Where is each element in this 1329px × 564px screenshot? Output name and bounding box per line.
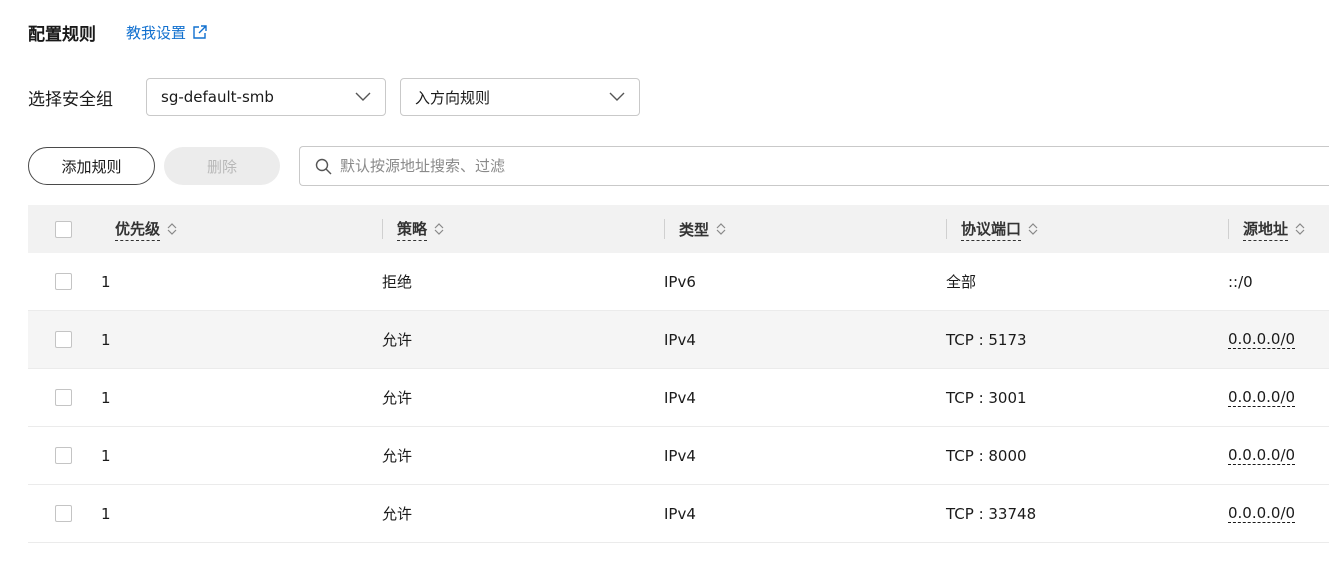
security-group-value: sg-default-smb [161,88,274,106]
sort-icon [434,223,444,235]
row-check-cell [55,505,72,522]
source-link[interactable]: 0.0.0.0/0 [1228,330,1296,349]
column-header-label: 策略 [397,218,428,241]
column-header-label: 源地址 [1243,218,1289,241]
policy-cell: 拒绝 [382,273,413,291]
type-cell: IPv6 [664,272,696,291]
security-rules-page: 配置规则 教我设置 选择安全组 sg-default-smb 入方向规则 添加规… [0,0,1329,564]
source-link[interactable]: 0.0.0.0/0 [1228,446,1296,465]
delete-button: 删除 [164,147,280,185]
table-row: 1 允许 IPv4 TCP : 3001 0.0.0.0/0 [28,369,1329,427]
chevron-down-icon [355,92,371,101]
row-check-cell [55,447,72,464]
port-cell: TCP : 33748 [946,504,1037,523]
type-cell: IPv4 [664,330,696,349]
external-link-icon [193,25,207,39]
toolbar: 添加规则 删除 [28,146,1329,186]
table-row: 1 允许 IPv4 TCP : 5173 0.0.0.0/0 [28,311,1329,369]
row-checkbox[interactable] [55,505,72,522]
column-header-source[interactable]: 源地址 [1243,218,1306,241]
rules-table: 优先级 策略 类型 协议端口 源地址 1 拒绝 IPv6 全部::/0 1 允… [28,205,1329,543]
direction-value: 入方向规则 [415,88,491,107]
column-divider [382,219,383,239]
select-all-checkbox[interactable] [55,220,72,238]
sort-icon [1028,223,1038,235]
search-icon [315,158,332,174]
page-title: 配置规则 [28,24,96,45]
port-cell: TCP : 8000 [946,446,1027,465]
type-cell: IPv4 [664,504,696,523]
priority-cell: 1 [101,330,111,349]
chevron-down-icon [609,92,625,101]
column-divider [946,219,947,239]
priority-cell: 1 [101,272,111,291]
row-check-cell [55,331,72,348]
source-cell[interactable]: 0.0.0.0/0 [1228,388,1296,407]
add-rule-button[interactable]: 添加规则 [28,147,155,185]
sort-icon [167,223,177,235]
policy-cell: 允许 [382,447,413,465]
row-checkbox[interactable] [55,331,72,348]
column-header-label: 类型 [679,220,710,239]
row-checkbox[interactable] [55,389,72,406]
sort-icon [716,223,726,235]
column-header-type[interactable]: 类型 [679,219,727,240]
security-group-label: 选择安全组 [28,89,113,110]
port-cell: TCP : 3001 [946,388,1027,407]
column-header-port[interactable]: 协议端口 [961,218,1039,241]
search-input[interactable] [338,156,942,176]
column-header-label: 协议端口 [961,218,1022,241]
help-link[interactable]: 教我设置 [126,22,208,43]
page-header: 配置规则 教我设置 [28,18,208,46]
help-link-label: 教我设置 [126,23,187,42]
row-checkbox[interactable] [55,447,72,464]
row-check-cell [55,273,72,290]
security-group-row: 选择安全组 sg-default-smb 入方向规则 [28,78,640,116]
sort-icon [1295,223,1305,235]
priority-cell: 1 [101,446,111,465]
type-cell: IPv4 [664,388,696,407]
priority-cell: 1 [101,388,111,407]
column-header-label: 优先级 [115,218,161,241]
search-box[interactable] [299,146,1329,186]
table-row: 1 拒绝 IPv6 全部 ::/0 [28,253,1329,311]
column-header-policy[interactable]: 策略 [397,218,445,241]
source-cell[interactable]: 0.0.0.0/0 [1228,504,1296,523]
security-group-select[interactable]: sg-default-smb [146,78,386,116]
policy-cell: 允许 [382,389,413,407]
source-cell[interactable]: 0.0.0.0/0 [1228,446,1296,465]
table-row: 1 允许 IPv4 TCP : 8000 0.0.0.0/0 [28,427,1329,485]
table-header: 优先级 策略 类型 协议端口 源地址 [28,205,1329,253]
column-divider [1228,219,1229,239]
row-check-cell [55,389,72,406]
table-row: 1 允许 IPv4 TCP : 33748 0.0.0.0/0 [28,485,1329,543]
type-cell: IPv4 [664,446,696,465]
priority-cell: 1 [101,504,111,523]
row-checkbox[interactable] [55,273,72,290]
source-link[interactable]: 0.0.0.0/0 [1228,504,1296,523]
column-divider [664,219,665,239]
source-cell[interactable]: 0.0.0.0/0 [1228,330,1296,349]
direction-select[interactable]: 入方向规则 [400,78,640,116]
policy-cell: 允许 [382,331,413,349]
column-header-priority[interactable]: 优先级 [115,218,178,241]
port-cell: 全部 [946,273,977,291]
port-cell: TCP : 5173 [946,330,1027,349]
select-all-cell [55,220,72,238]
policy-cell: 允许 [382,505,413,523]
source-cell: ::/0 [1228,272,1253,291]
source-link[interactable]: 0.0.0.0/0 [1228,388,1296,407]
